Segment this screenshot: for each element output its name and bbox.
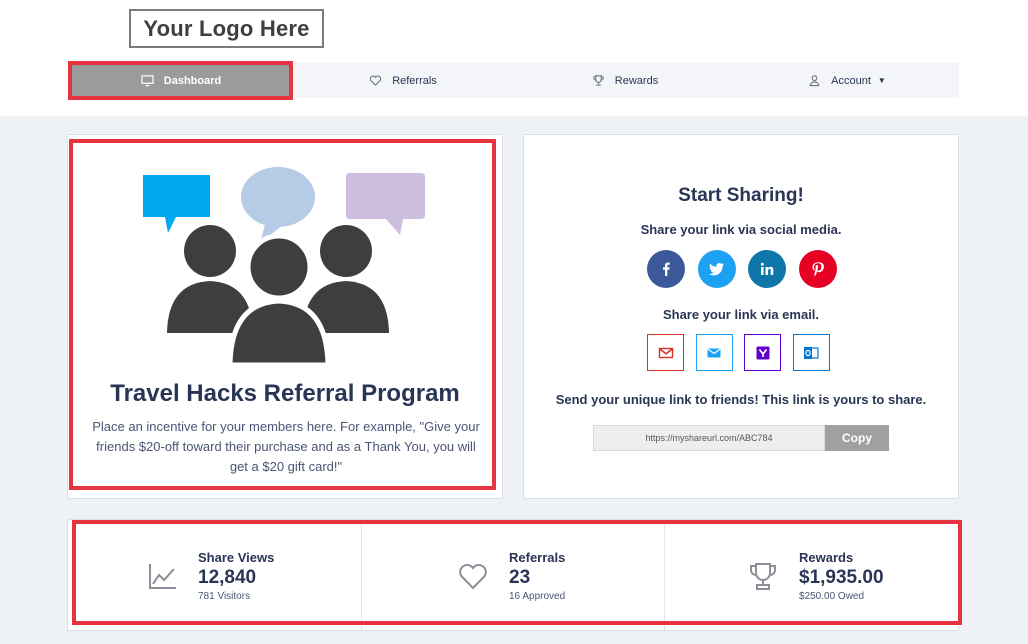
stat-rewards: Rewards $1,935.00 $250.00 Owed — [664, 520, 958, 630]
yahoo-icon — [756, 346, 770, 359]
stat-share-views: Share Views 12,840 781 Visitors — [68, 520, 361, 630]
outlook-button[interactable] — [792, 334, 830, 371]
stat-rewards-label: Rewards — [799, 550, 854, 565]
heart-icon — [459, 564, 487, 590]
copy-button[interactable]: Copy — [825, 425, 889, 451]
person-center — [245, 233, 313, 301]
nav-account[interactable]: Account ▼ — [736, 63, 958, 98]
main-nav: Dashboard Referrals Rewards Account ▼ — [70, 63, 959, 98]
nav-referrals-label: Referrals — [392, 74, 437, 87]
trophy-icon — [750, 563, 776, 590]
social-buttons — [647, 250, 837, 288]
stat-referrals-label: Referrals — [509, 550, 566, 565]
email-label: Share your link via email. — [662, 307, 820, 322]
user-icon — [809, 75, 820, 87]
stat-rewards-sub: $250.00 Owed — [799, 591, 865, 602]
nav-dashboard[interactable]: Dashboard — [70, 63, 292, 98]
email-icon — [707, 348, 721, 357]
nav-dashboard-label: Dashboard — [163, 74, 222, 87]
program-card: Travel Hacks Referral Program Place an i… — [67, 134, 503, 499]
nav-rewards-label: Rewards — [614, 74, 659, 87]
stat-referrals-value: 23 — [509, 567, 531, 588]
twitter-icon — [708, 263, 724, 276]
stat-referrals-sub: 16 Approved — [509, 591, 566, 602]
yahoo-button[interactable] — [744, 334, 782, 371]
program-description: Place an incentive for your members here… — [92, 419, 480, 474]
chat-bubble-purple — [346, 173, 425, 235]
share-link-input[interactable] — [593, 425, 825, 451]
stat-share-views-sub: 781 Visitors — [198, 591, 251, 602]
heart-icon — [370, 75, 382, 86]
stat-share-views-label: Share Views — [198, 550, 275, 565]
email-button[interactable] — [695, 334, 733, 371]
people-chat-illustration — [143, 167, 425, 365]
logo[interactable]: Your Logo Here — [129, 9, 324, 48]
gmail-button[interactable] — [647, 334, 684, 371]
linkedin-button[interactable] — [748, 250, 787, 288]
nav-account-label: Account — [831, 74, 871, 87]
gmail-icon — [658, 347, 673, 358]
nav-referrals[interactable]: Referrals — [292, 63, 514, 98]
trophy-icon — [593, 75, 604, 86]
stats-panel: Share Views 12,840 781 Visitors Referral… — [67, 519, 959, 631]
facebook-button[interactable] — [647, 250, 685, 288]
person-left — [184, 225, 236, 277]
share-link-row: Copy — [593, 425, 889, 451]
outlook-icon — [804, 346, 820, 359]
stat-share-views-value: 12,840 — [198, 567, 257, 588]
unique-link-label: Send your unique link to friends! This l… — [555, 392, 927, 407]
caret-down-icon: ▼ — [877, 76, 886, 85]
monitor-icon — [141, 75, 154, 87]
linkedin-icon — [761, 262, 774, 275]
email-buttons — [647, 334, 830, 372]
nav-rewards[interactable]: Rewards — [514, 63, 736, 98]
program-title: Travel Hacks Referral Program — [110, 380, 460, 407]
share-card: Start Sharing! Share your link via socia… — [523, 134, 959, 499]
facebook-icon — [663, 262, 670, 276]
line-chart-icon — [149, 564, 176, 589]
chat-bubble-light — [241, 167, 315, 227]
person-right — [320, 225, 372, 277]
stat-rewards-value: $1,935.00 — [799, 567, 884, 588]
stat-referrals: Referrals 23 16 Approved — [361, 520, 664, 630]
share-title: Start Sharing! — [678, 185, 804, 206]
pinterest-button[interactable] — [798, 250, 837, 288]
chat-bubble-blue — [143, 175, 210, 233]
pinterest-icon — [812, 262, 824, 277]
social-label: Share your link via social media. — [640, 222, 842, 237]
top-bar: Your Logo Here Dashboard Referrals Rewar… — [0, 0, 1028, 116]
twitter-button[interactable] — [697, 250, 736, 288]
